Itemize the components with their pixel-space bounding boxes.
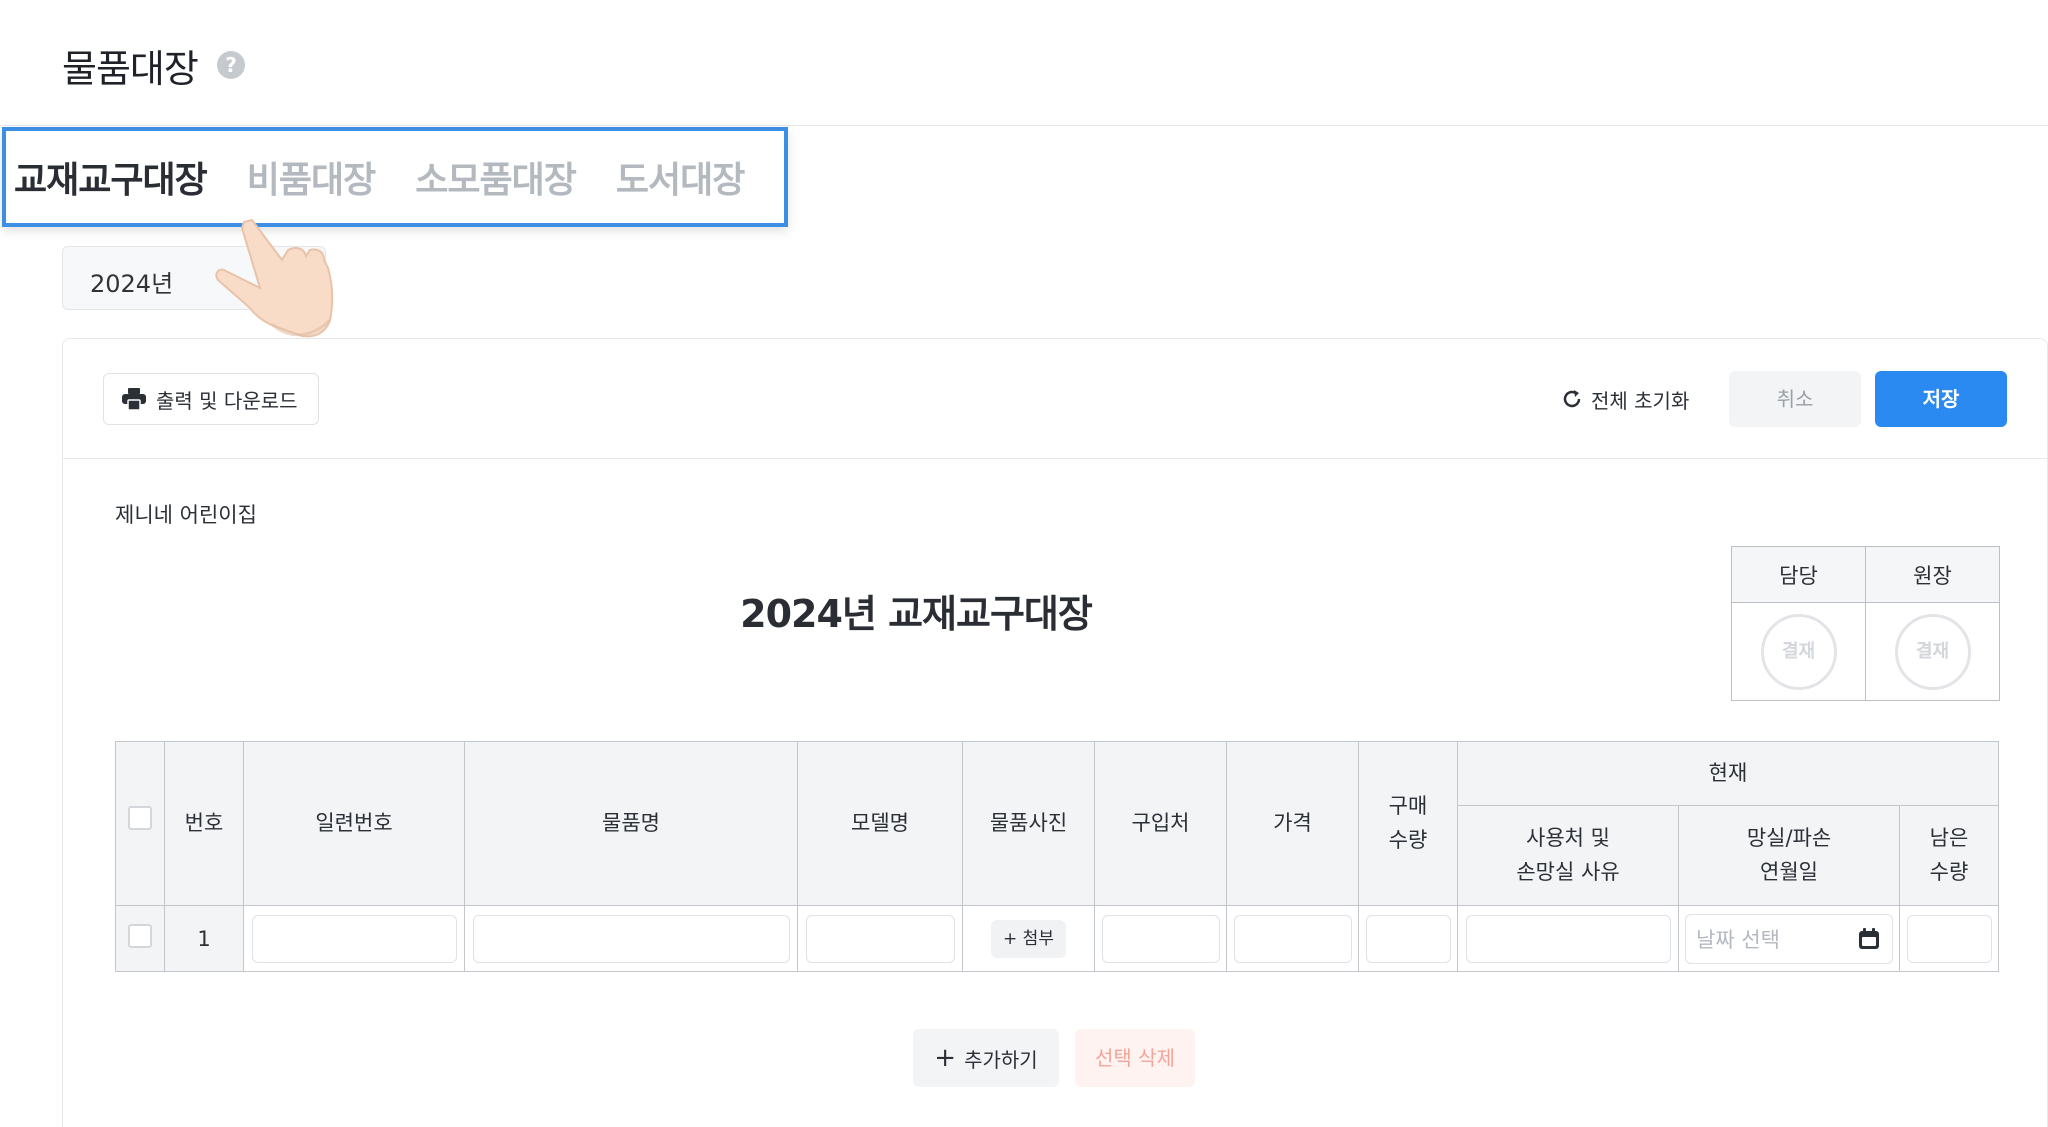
header-photo: 물품사진 [962,741,1095,906]
page-title: 물품대장 [62,47,199,91]
reset-all-button[interactable]: 전체 초기화 [1561,373,1689,425]
refresh-icon [1563,390,1581,408]
attach-photo-button[interactable]: + 첨부 [991,919,1066,958]
page: 물품대장 ? 교재교구대장 비품대장 소모품대장 도서대장 2024년 출력 및… [0,0,2048,1127]
tab-consumables[interactable]: 소모품대장 [415,151,577,203]
tab-teaching-materials[interactable]: 교재교구대장 [14,151,208,203]
header-serial: 일련번호 [243,741,465,906]
header-remaining-qty: 남은 수량 [1899,805,1999,906]
hand-pointer-icon [215,218,334,338]
print-download-button[interactable]: 출력 및 다운로드 [103,373,319,425]
remaining-qty-input[interactable] [1906,914,1992,963]
print-download-label: 출력 및 다운로드 [156,388,298,413]
header-usage-reason: 사용처 및 손망실 사유 [1457,805,1679,906]
cancel-button[interactable]: 취소 [1729,371,1861,427]
page-header: 물품대장 ? [0,0,2048,126]
ledger-tabs: 교재교구대장 비품대장 소모품대장 도서대장 [2,127,788,227]
document-title: 2024년 교재교구대장 [740,592,1093,636]
header-purchase-qty: 구매 수량 [1358,741,1458,906]
purchase-qty-input[interactable] [1365,914,1451,963]
approval-box: 담당 원장 결재 결재 [1731,546,2000,701]
approval-stamp-director[interactable]: 결재 [1894,613,1971,690]
select-all-checkbox[interactable] [128,806,152,831]
toolbar: 출력 및 다운로드 전체 초기화 취소 저장 [63,339,2047,459]
plus-icon: + [934,1043,957,1073]
add-row-label: 추가하기 [964,1047,1038,1072]
help-icon[interactable]: ? [217,51,245,79]
ledger-table: 번호 일련번호 물품명 모델명 물품사진 구입처 가격 구매 수량 현재 사용처… [115,741,1999,972]
printer-icon [122,388,146,410]
table-header-row: 번호 일련번호 물품명 모델명 물품사진 구입처 가격 구매 수량 현재 [115,741,1999,906]
price-input[interactable] [1233,914,1352,963]
header-model: 모델명 [797,741,963,906]
header-price: 가격 [1226,741,1359,906]
approval-stamp-manager[interactable]: 결재 [1760,613,1837,690]
table-row: 1 + 첨부 날짜 선택 [115,905,1999,972]
org-name: 제니네 어린이집 [115,503,257,527]
ledger-card: 출력 및 다운로드 전체 초기화 취소 저장 제니네 어린이집 2024년 교재… [62,338,2048,1127]
header-vendor: 구입처 [1094,741,1227,906]
row-number: 1 [164,905,244,972]
usage-reason-input[interactable] [1465,914,1671,963]
delete-selected-button[interactable]: 선택 삭제 [1075,1029,1195,1087]
tab-books[interactable]: 도서대장 [616,151,745,203]
serial-input[interactable] [251,914,457,963]
header-number: 번호 [164,741,244,906]
add-row-button[interactable]: + 추가하기 [913,1029,1059,1087]
date-placeholder: 날짜 선택 [1696,927,1780,952]
save-button[interactable]: 저장 [1875,371,2007,427]
vendor-input[interactable] [1101,914,1220,963]
header-item-name: 물품명 [464,741,798,906]
header-current: 현재 [1457,741,1999,806]
model-input[interactable] [805,914,955,963]
approval-header-manager: 담당 [1731,546,1866,603]
row-checkbox[interactable] [128,924,152,948]
calendar-icon [1859,927,1879,949]
loss-date-picker[interactable]: 날짜 선택 [1685,913,1893,964]
reset-all-label: 전체 초기화 [1591,388,1690,413]
header-loss-date: 망실/파손 연월일 [1678,805,1900,906]
approval-header-director: 원장 [1865,546,2000,603]
item-name-input[interactable] [472,914,790,963]
tab-equipment[interactable]: 비품대장 [247,151,376,203]
